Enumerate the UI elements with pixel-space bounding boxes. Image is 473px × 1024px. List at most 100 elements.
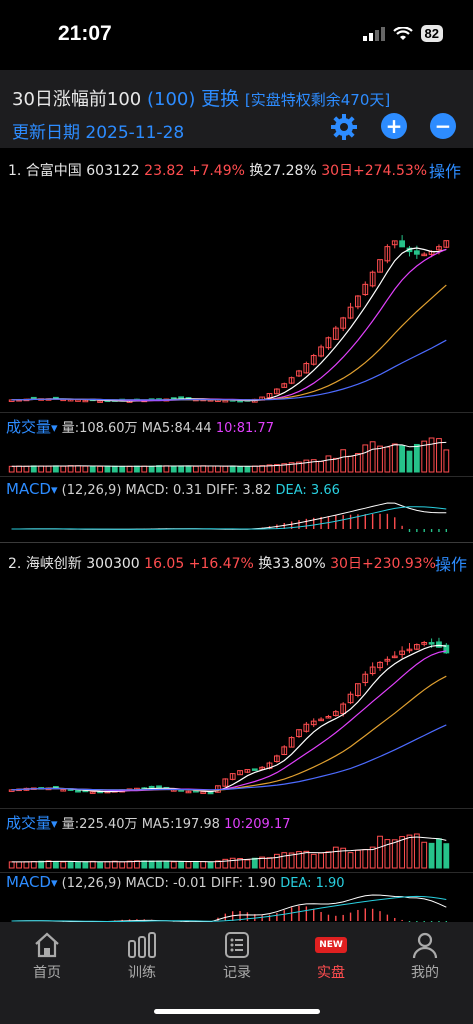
volume-bar bbox=[16, 465, 22, 473]
volume-bar bbox=[266, 857, 273, 869]
remove-icon[interactable]: − bbox=[430, 113, 456, 139]
volume-bar bbox=[347, 852, 354, 869]
user-icon bbox=[412, 932, 438, 959]
volume-bar bbox=[192, 860, 199, 869]
stock-gain30: 30日+230.93% bbox=[330, 556, 436, 572]
volume-bar bbox=[163, 860, 170, 869]
volume-bar bbox=[428, 842, 435, 869]
new-badge-icon: NEW bbox=[315, 937, 347, 953]
operate-button[interactable]: 操作 bbox=[435, 551, 467, 575]
volume-bar bbox=[52, 465, 59, 473]
ma-line bbox=[11, 284, 447, 401]
add-icon[interactable]: + bbox=[381, 113, 407, 139]
macd-chart bbox=[11, 502, 448, 532]
tab-label: 我的 bbox=[411, 965, 439, 981]
volume-bar bbox=[8, 465, 15, 473]
stock-price: 16.05 bbox=[144, 556, 185, 572]
volume-bar bbox=[377, 445, 383, 473]
volume-bar bbox=[75, 465, 81, 473]
home-icon bbox=[35, 932, 59, 958]
macd-dea-line bbox=[11, 895, 447, 922]
tab-live[interactable]: NEW 实盘 bbox=[301, 930, 361, 982]
volume-bar bbox=[163, 465, 170, 473]
macd-dea-line bbox=[11, 506, 447, 530]
volume-bar bbox=[355, 453, 361, 473]
candle-body bbox=[82, 399, 89, 403]
ma-line bbox=[11, 724, 447, 791]
candle-body bbox=[222, 399, 229, 403]
volume-bar bbox=[436, 838, 442, 869]
stock-turnover: 换33.80% bbox=[258, 556, 326, 572]
volume-bar bbox=[237, 465, 243, 473]
candle-body bbox=[413, 250, 420, 255]
stock-gain30: 30日+274.53% bbox=[321, 163, 428, 179]
stock-info-row: 2. 海峡创新 300300 16.05 +16.47% 换33.80% 30日… bbox=[8, 553, 436, 573]
macd-chart bbox=[11, 894, 448, 922]
stock-price: 23.82 bbox=[144, 163, 185, 179]
volume-bar bbox=[104, 861, 111, 869]
volume-bar bbox=[406, 450, 413, 473]
volume-bar bbox=[377, 835, 383, 869]
candlestick-chart bbox=[8, 637, 450, 795]
status-bar: 21:07 82 bbox=[0, 0, 473, 70]
tab-label: 首页 bbox=[33, 965, 61, 981]
volume-chart bbox=[8, 833, 450, 869]
stock-info-row: 1. 合富中国 603122 23.82 +7.49% 换27.28% 30日+… bbox=[8, 160, 427, 180]
volume-bar bbox=[384, 446, 391, 473]
volume-bar bbox=[443, 449, 450, 473]
volume-bar bbox=[251, 857, 258, 869]
volume-bar bbox=[406, 834, 413, 869]
volume-bar bbox=[170, 861, 177, 869]
gear-icon[interactable] bbox=[330, 113, 358, 141]
tab-label: 记录 bbox=[223, 965, 251, 981]
volume-bar bbox=[97, 861, 103, 869]
tab-records[interactable]: 记录 bbox=[207, 930, 267, 982]
volume-bar bbox=[436, 438, 442, 473]
volume-bar bbox=[60, 465, 67, 473]
volume-bar bbox=[273, 853, 280, 869]
volume-bar bbox=[185, 465, 192, 473]
list-header: 30日涨幅前100 (100) 更换 [实盘特权剩余470天] 更新日期 202… bbox=[0, 70, 473, 148]
volume-bar bbox=[89, 465, 96, 473]
volume-bar bbox=[362, 849, 369, 869]
volume-bar bbox=[391, 839, 398, 869]
candle-body bbox=[251, 768, 258, 771]
volume-bar bbox=[325, 455, 332, 473]
list-count: (100) bbox=[147, 89, 196, 110]
volume-bar bbox=[119, 861, 126, 869]
volume-bar bbox=[38, 860, 45, 869]
volume-bar bbox=[119, 465, 126, 473]
volume-bar bbox=[318, 852, 324, 869]
volume-bar bbox=[229, 465, 236, 473]
volume-bar bbox=[192, 465, 199, 473]
stock-turnover: 换27.28% bbox=[249, 163, 317, 179]
candle-body bbox=[148, 785, 155, 789]
volume-chart bbox=[8, 437, 450, 473]
macd-diff-line bbox=[11, 502, 447, 530]
volume-bar bbox=[362, 444, 369, 473]
change-button[interactable]: 更换 bbox=[201, 88, 239, 110]
status-time: 21:07 bbox=[58, 22, 112, 45]
tab-train[interactable]: 训练 bbox=[112, 930, 172, 982]
volume-bar bbox=[421, 841, 428, 869]
update-date: 更新日期 2025-11-28 bbox=[12, 123, 185, 143]
volume-bar bbox=[126, 860, 133, 869]
home-indicator bbox=[154, 1009, 320, 1014]
privilege-badge[interactable]: [实盘特权剩余470天] bbox=[245, 91, 390, 109]
ma-line bbox=[11, 675, 447, 791]
volume-bar bbox=[141, 860, 148, 869]
tab-home[interactable]: 首页 bbox=[17, 930, 77, 982]
volume-bar bbox=[89, 860, 96, 869]
volume-bar bbox=[23, 861, 30, 869]
candle-body bbox=[200, 791, 207, 794]
stock-name: 海峡创新 bbox=[25, 556, 82, 572]
volume-bar bbox=[148, 860, 155, 869]
signal-icon bbox=[362, 26, 385, 41]
volume-bar bbox=[369, 846, 376, 869]
volume-bar bbox=[251, 465, 258, 473]
volume-bar bbox=[369, 441, 376, 473]
operate-button[interactable]: 操作 bbox=[429, 158, 461, 182]
list-icon bbox=[225, 932, 249, 958]
tab-mine[interactable]: 我的 bbox=[395, 930, 455, 982]
candle-body bbox=[75, 790, 81, 793]
